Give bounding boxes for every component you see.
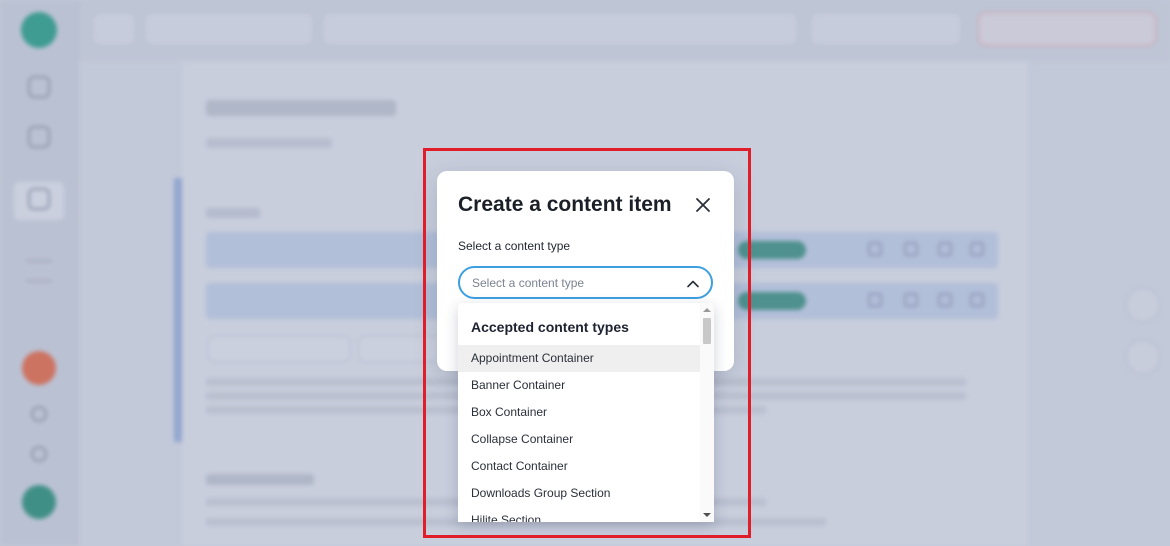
highlight-frame: [423, 148, 751, 538]
